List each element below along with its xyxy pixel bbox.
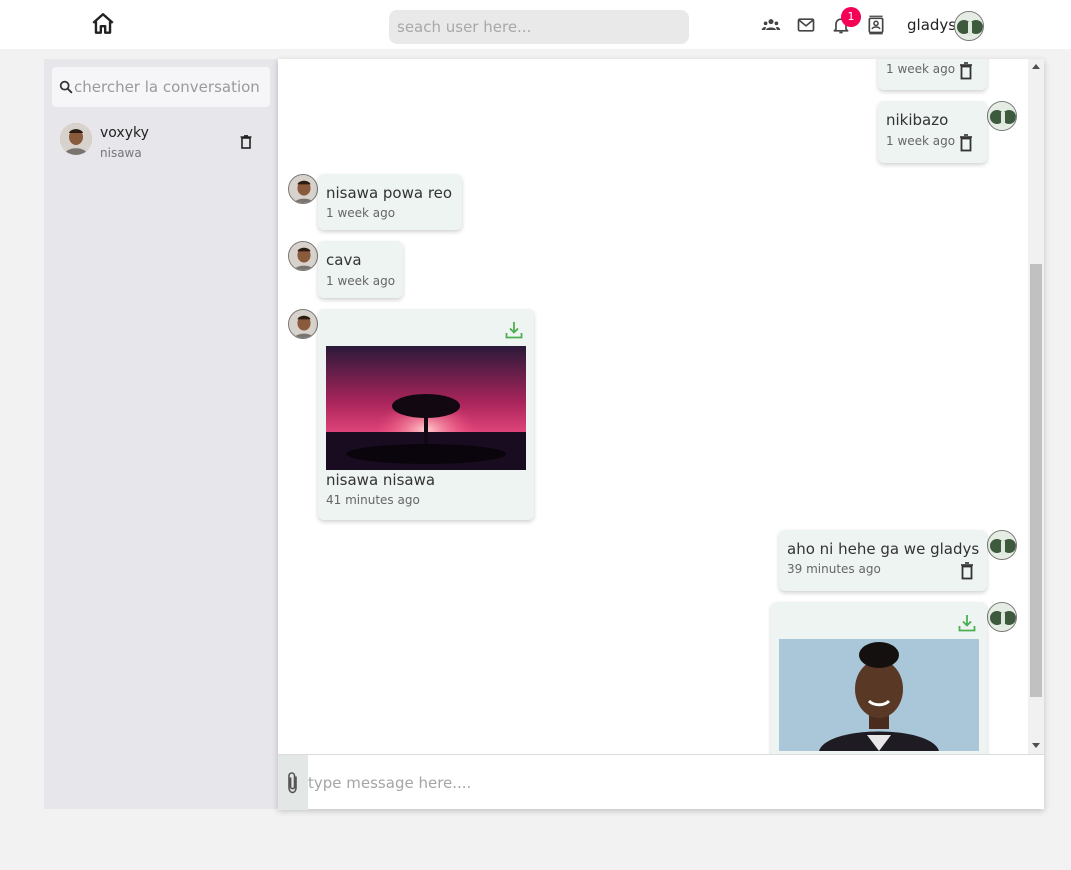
home-icon[interactable] (90, 11, 116, 37)
message-bubble: cava 1 week ago (318, 241, 403, 298)
message-time: 1 week ago (886, 62, 956, 76)
message-scrollbar[interactable] (1028, 59, 1044, 754)
download-icon[interactable] (957, 613, 977, 633)
trash-icon[interactable] (240, 135, 252, 149)
contact-card-icon[interactable] (866, 15, 886, 35)
message-time: 1 week ago (326, 206, 396, 220)
message-text: nisawa nisawa (326, 471, 436, 489)
current-user-avatar[interactable] (954, 11, 984, 41)
conversation-search-box (52, 67, 270, 107)
search-icon (59, 80, 73, 94)
paperclip-icon (288, 772, 297, 794)
message-text: nikibazo (886, 111, 949, 129)
message-bubble: 1 week ago (878, 59, 987, 90)
message-composer (278, 754, 1044, 810)
message-text: cava (326, 251, 362, 269)
conversation-last-message: nisawa (100, 146, 142, 160)
avatar (288, 241, 318, 271)
avatar (288, 174, 318, 204)
avatar (288, 309, 318, 339)
message-bubble: nikibazo 1 week ago (878, 101, 987, 163)
message-input[interactable] (308, 755, 1038, 810)
attach-button[interactable] (278, 755, 308, 810)
conversation-item[interactable]: voxyky nisawa (44, 117, 278, 167)
scroll-thumb[interactable] (1030, 264, 1042, 697)
message-time: 39 minutes ago (787, 562, 881, 576)
conversation-name: voxyky (100, 125, 149, 141)
message-text: aho ni hehe ga we gladys (787, 540, 980, 558)
top-bar: 1 gladys (0, 0, 1071, 49)
user-search-input[interactable] (389, 10, 689, 44)
message-bubble: nisawa powa reo 1 week ago (318, 174, 462, 230)
download-icon[interactable] (504, 320, 524, 340)
trash-icon[interactable] (959, 62, 973, 80)
notification-badge: 1 (841, 7, 861, 27)
message-bubble: aho ni hehe ga we gladys 39 minutes ago (779, 530, 987, 591)
scroll-up-arrow[interactable] (1032, 64, 1040, 69)
conversation-sidebar: voxyky nisawa (44, 59, 278, 809)
message-bubble (771, 602, 987, 754)
trash-icon[interactable] (959, 134, 973, 152)
current-username[interactable]: gladys (907, 16, 956, 34)
message-time: 1 week ago (886, 134, 956, 148)
user-search-box (389, 10, 689, 44)
mail-icon[interactable] (796, 15, 816, 35)
conversation-search-input[interactable] (74, 67, 270, 107)
message-bubble: nisawa nisawa 41 minutes ago (318, 309, 534, 520)
attached-image[interactable] (326, 346, 526, 470)
message-time: 1 week ago (326, 274, 396, 288)
scroll-down-arrow[interactable] (1032, 743, 1040, 748)
message-time: 41 minutes ago (326, 493, 420, 507)
avatar (987, 530, 1017, 560)
trash-icon[interactable] (960, 562, 974, 580)
message-list[interactable]: 1 week ago nikibazo 1 week ago nisawa po… (278, 59, 1028, 754)
chat-panel: 1 week ago nikibazo 1 week ago nisawa po… (278, 59, 1044, 810)
avatar (60, 123, 92, 155)
avatar (987, 101, 1017, 131)
people-icon[interactable] (761, 15, 781, 35)
message-text: nisawa powa reo (326, 184, 453, 202)
avatar (987, 602, 1017, 632)
attached-image[interactable] (779, 639, 979, 751)
